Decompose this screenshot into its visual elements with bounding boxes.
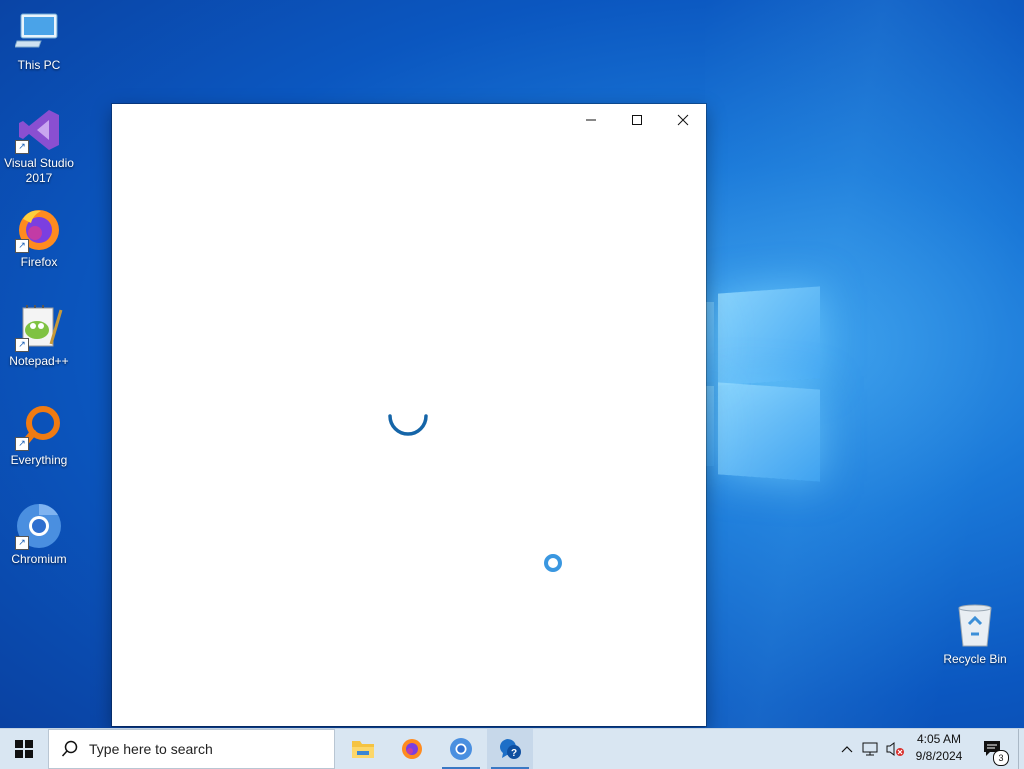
- minimize-icon: [586, 119, 596, 121]
- show-desktop-button[interactable]: [1018, 729, 1024, 769]
- action-center-button[interactable]: 3: [978, 729, 1009, 769]
- desktop-icon-recycle-bin[interactable]: Recycle Bin: [936, 602, 1014, 667]
- windows-start-icon: [15, 740, 33, 758]
- firefox-icon: ↗: [15, 205, 63, 253]
- chromium-icon: [450, 738, 472, 760]
- clock-time: 4:05 AM: [916, 732, 962, 746]
- chromium-icon: ↗: [15, 502, 63, 550]
- get-help-icon: ?: [500, 739, 521, 759]
- taskbar-app-firefox[interactable]: [389, 729, 435, 769]
- computer-icon: [14, 8, 63, 56]
- taskbar-app-chromium[interactable]: [438, 729, 484, 769]
- desktop-icon-chromium[interactable]: ↗ Chromium: [0, 502, 78, 567]
- folder-icon: [352, 741, 374, 758]
- desktop-icon-label: Everything: [10, 453, 68, 467]
- minimize-button[interactable]: [568, 104, 614, 136]
- shortcut-arrow-icon: ↗: [15, 140, 29, 154]
- desktop-icon-label: Recycle Bin: [943, 652, 1007, 666]
- taskbar-app-file-explorer[interactable]: [340, 729, 386, 769]
- everything-search-icon: ↗: [15, 403, 63, 451]
- desktop-icon-label: Firefox: [20, 255, 58, 269]
- loading-spinner-icon: [388, 414, 428, 436]
- notification-count-badge: 3: [993, 750, 1009, 766]
- recycle-bin-icon: [951, 602, 999, 650]
- show-hidden-icons-button[interactable]: [838, 729, 856, 769]
- desktop-icon-everything[interactable]: ↗ Everything: [0, 403, 78, 468]
- desktop-icon-label: Notepad++: [9, 354, 69, 368]
- maximize-button[interactable]: [614, 104, 660, 136]
- shortcut-arrow-icon: ↗: [15, 338, 29, 352]
- shortcut-arrow-icon: ↗: [15, 437, 29, 451]
- chevron-up-icon: [841, 746, 853, 753]
- search-placeholder: Type here to search: [89, 741, 213, 757]
- maximize-icon: [632, 115, 642, 125]
- desktop-icon-label: Visual Studio 2017: [4, 156, 74, 185]
- desktop-icon-this-pc[interactable]: This PC: [0, 8, 78, 73]
- network-status-button[interactable]: [860, 729, 882, 769]
- volume-button[interactable]: [884, 729, 906, 769]
- cursor-busy-icon: [544, 554, 562, 572]
- search-icon: [61, 740, 78, 757]
- desktop-icon-notepad-plus-plus[interactable]: ↗ Notepad++: [0, 304, 78, 369]
- firefox-icon: [402, 739, 422, 759]
- shortcut-arrow-icon: ↗: [15, 536, 29, 550]
- desktop-icon-label: This PC: [17, 58, 61, 72]
- taskbar-clock[interactable]: 4:05 AM 9/8/2024: [908, 731, 970, 767]
- desktop-icon-firefox[interactable]: ↗ Firefox: [0, 205, 78, 270]
- close-icon: [677, 114, 689, 126]
- taskbar-app-get-help[interactable]: ?: [487, 729, 533, 769]
- clock-date: 9/8/2024: [915, 749, 963, 763]
- close-button[interactable]: [660, 104, 706, 136]
- notepad-plus-plus-icon: ↗: [15, 304, 63, 352]
- windows-logo-wallpaper: [700, 258, 830, 484]
- desktop-icon-label: Chromium: [11, 552, 67, 566]
- start-button[interactable]: [0, 729, 48, 769]
- network-icon: [862, 742, 878, 756]
- app-window[interactable]: [112, 104, 706, 726]
- shortcut-arrow-icon: ↗: [15, 239, 29, 253]
- taskbar: Type here to search ? 4:05 AM 9/8/2024 3: [0, 728, 1024, 769]
- taskbar-search-box[interactable]: Type here to search: [48, 729, 335, 769]
- visual-studio-icon: ↗: [15, 106, 63, 154]
- svg-text:?: ?: [511, 748, 517, 759]
- speaker-muted-icon: [886, 742, 904, 756]
- desktop-icon-visual-studio[interactable]: ↗ Visual Studio 2017: [0, 106, 78, 186]
